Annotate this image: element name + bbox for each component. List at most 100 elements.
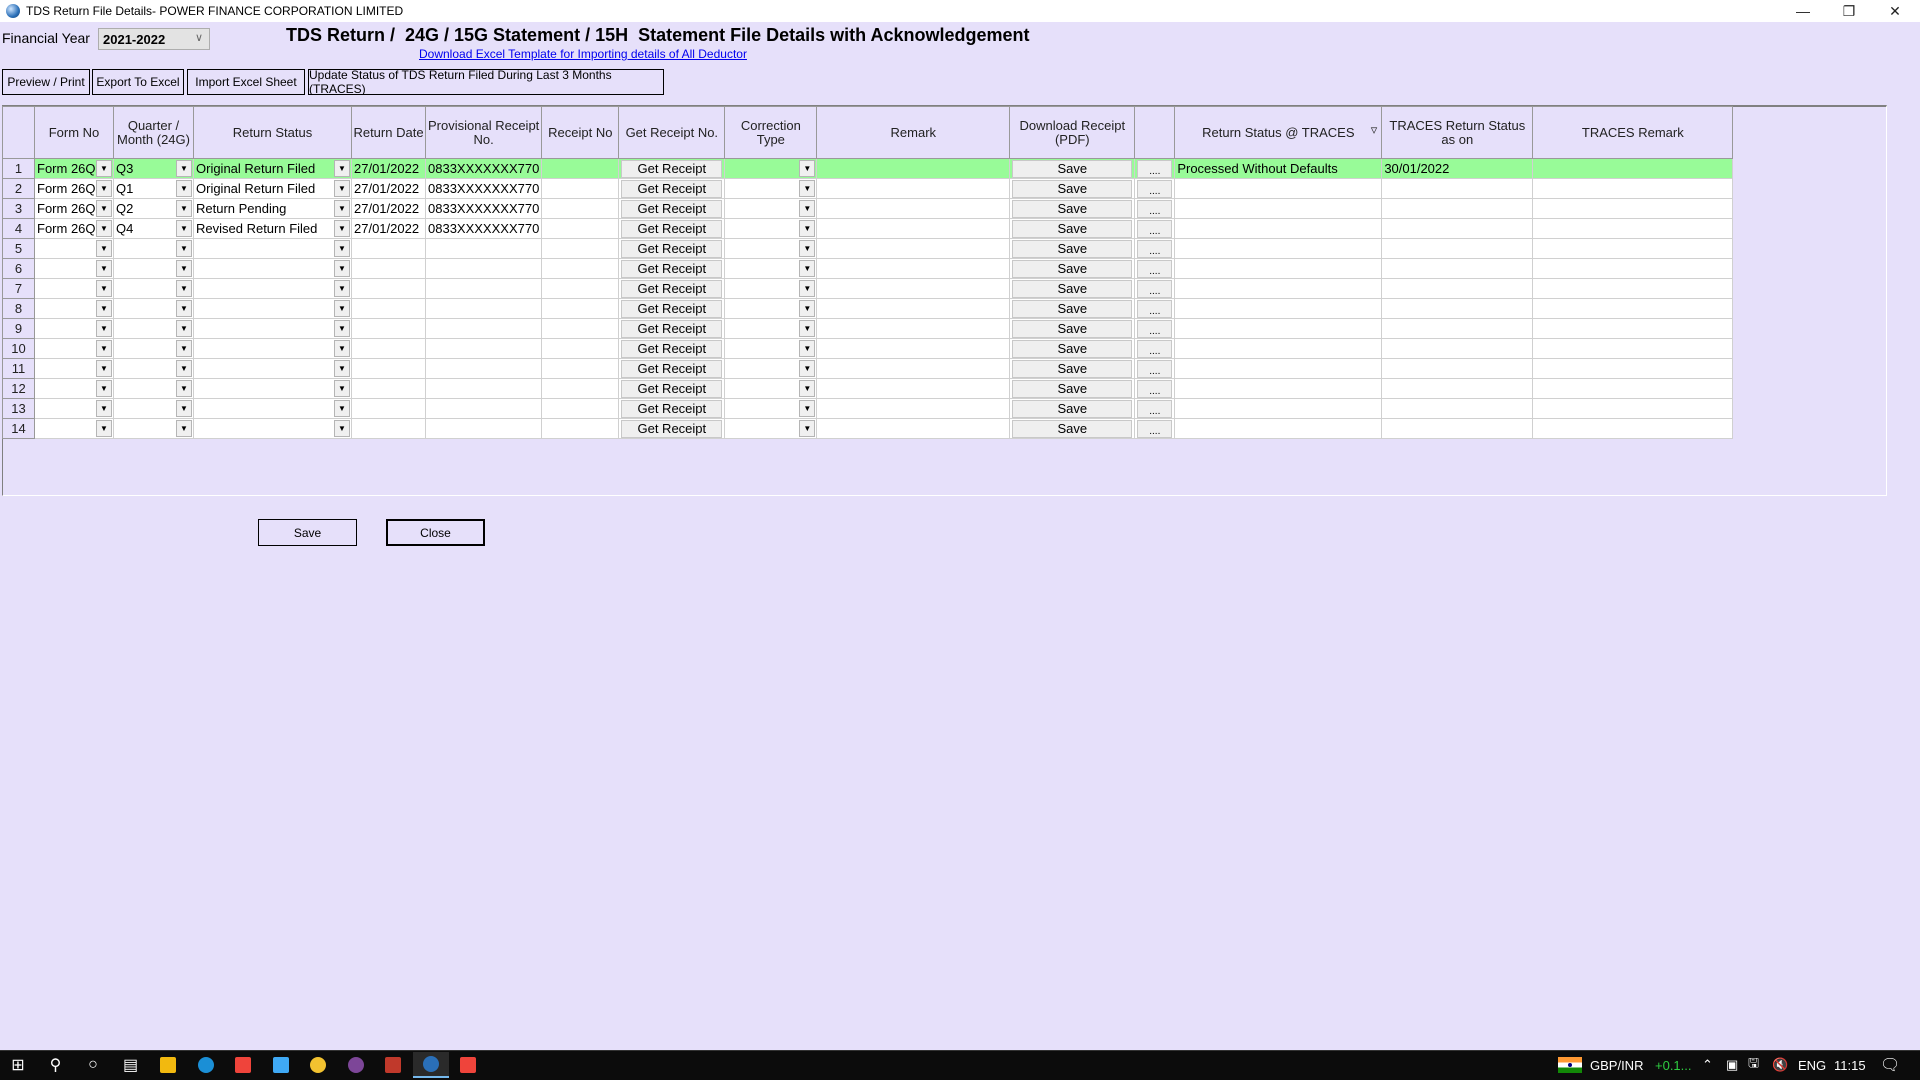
- volume-muted-icon[interactable]: 🔇: [1772, 1050, 1788, 1080]
- correction-type-cell[interactable]: ▼: [724, 158, 818, 179]
- traces-as-on-cell[interactable]: [1381, 358, 1534, 379]
- quarter-cell[interactable]: ▼: [113, 358, 194, 379]
- receipt-no-cell[interactable]: [541, 358, 620, 379]
- get-receipt-button[interactable]: Get Receipt: [621, 219, 723, 238]
- return-status-cell[interactable]: ▼: [193, 238, 352, 259]
- traces-remark-cell[interactable]: [1532, 158, 1734, 179]
- browse-button[interactable]: ....: [1137, 259, 1173, 278]
- get-receipt-button[interactable]: Get Receipt: [621, 159, 723, 178]
- receipt-no-cell[interactable]: [541, 198, 620, 219]
- traces-status-cell[interactable]: [1174, 258, 1383, 279]
- traces-remark-cell[interactable]: [1532, 298, 1734, 319]
- traces-status-cell[interactable]: [1174, 238, 1383, 259]
- form-no-cell[interactable]: ▼: [34, 418, 114, 439]
- receipt-no-cell[interactable]: [541, 158, 620, 179]
- get-receipt-button[interactable]: Get Receipt: [621, 239, 723, 258]
- provisional-receipt-cell[interactable]: [424, 258, 543, 279]
- cortana-icon[interactable]: ○: [75, 1052, 111, 1078]
- dropdown-arrow-icon[interactable]: ▼: [96, 400, 112, 417]
- browse-button[interactable]: ....: [1137, 299, 1173, 318]
- traces-status-cell[interactable]: [1174, 298, 1383, 319]
- row-number[interactable]: 14: [2, 418, 35, 439]
- traces-as-on-cell[interactable]: [1381, 298, 1534, 319]
- form-no-cell[interactable]: Form 26Q ▼: [34, 158, 114, 179]
- col-header-download-receipt[interactable]: Download Receipt (PDF): [1009, 106, 1136, 159]
- remark-cell[interactable]: [816, 198, 1011, 219]
- dropdown-arrow-icon[interactable]: ▼: [799, 220, 816, 237]
- dropdown-arrow-icon[interactable]: ▼: [176, 340, 192, 357]
- return-date-cell[interactable]: [351, 298, 426, 319]
- browse-button[interactable]: ....: [1137, 359, 1173, 378]
- traces-as-on-cell[interactable]: [1381, 238, 1534, 259]
- dropdown-arrow-icon[interactable]: ▼: [799, 260, 816, 277]
- save-receipt-button[interactable]: Save: [1012, 319, 1133, 338]
- receipt-no-cell[interactable]: [541, 418, 620, 439]
- row-number[interactable]: 2: [2, 178, 35, 199]
- get-receipt-button[interactable]: Get Receipt: [621, 399, 723, 418]
- dropdown-arrow-icon[interactable]: ▼: [799, 320, 816, 337]
- row-number[interactable]: 3: [2, 198, 35, 219]
- form-no-cell[interactable]: ▼: [34, 238, 114, 259]
- get-receipt-button[interactable]: Get Receipt: [621, 359, 723, 378]
- language-indicator[interactable]: ENG: [1798, 1050, 1826, 1080]
- row-number[interactable]: 12: [2, 378, 35, 399]
- ticker-flag-icon[interactable]: [1558, 1050, 1582, 1080]
- traces-remark-cell[interactable]: [1532, 318, 1734, 339]
- traces-remark-cell[interactable]: [1532, 238, 1734, 259]
- receipt-no-cell[interactable]: [541, 258, 620, 279]
- return-date-cell[interactable]: [351, 238, 426, 259]
- dropdown-arrow-icon[interactable]: ▼: [176, 300, 192, 317]
- provisional-receipt-cell[interactable]: [424, 278, 543, 299]
- dropdown-arrow-icon[interactable]: ▼: [176, 320, 192, 337]
- row-number[interactable]: 8: [2, 298, 35, 319]
- save-receipt-button[interactable]: Save: [1012, 179, 1133, 198]
- col-header-correction-type[interactable]: Correction Type: [724, 106, 818, 159]
- browse-button[interactable]: ....: [1137, 199, 1173, 218]
- correction-type-cell[interactable]: ▼: [724, 418, 818, 439]
- dropdown-arrow-icon[interactable]: ▼: [96, 420, 112, 437]
- traces-remark-cell[interactable]: [1532, 198, 1734, 219]
- receipt-no-cell[interactable]: [541, 398, 620, 419]
- traces-as-on-cell[interactable]: [1381, 178, 1534, 199]
- remark-cell[interactable]: [816, 178, 1011, 199]
- receipt-no-cell[interactable]: [541, 218, 620, 239]
- dropdown-arrow-icon[interactable]: ▼: [334, 300, 350, 317]
- dropdown-arrow-icon[interactable]: ▼: [176, 380, 192, 397]
- save-receipt-button[interactable]: Save: [1012, 259, 1133, 278]
- remark-cell[interactable]: [816, 158, 1011, 179]
- dropdown-arrow-icon[interactable]: ▼: [799, 300, 816, 317]
- quarter-cell[interactable]: Q1 ▼: [113, 178, 194, 199]
- col-header-remark[interactable]: Remark: [816, 106, 1011, 159]
- col-header-traces-status[interactable]: Return Status @ TRACES ▿: [1174, 106, 1383, 159]
- save-receipt-button[interactable]: Save: [1012, 419, 1133, 438]
- traces-remark-cell[interactable]: [1532, 178, 1734, 199]
- return-date-cell[interactable]: [351, 418, 426, 439]
- form-no-cell[interactable]: Form 26Q ▼: [34, 218, 114, 239]
- quarter-cell[interactable]: ▼: [113, 278, 194, 299]
- return-date-cell[interactable]: [351, 378, 426, 399]
- correction-type-cell[interactable]: ▼: [724, 338, 818, 359]
- dropdown-arrow-icon[interactable]: ▼: [176, 260, 192, 277]
- traces-as-on-cell[interactable]: [1381, 398, 1534, 419]
- quarter-cell[interactable]: ▼: [113, 338, 194, 359]
- dropdown-arrow-icon[interactable]: ▼: [96, 240, 112, 257]
- get-receipt-button[interactable]: Get Receipt: [621, 259, 723, 278]
- col-header-return-status[interactable]: Return Status: [193, 106, 352, 159]
- download-template-link[interactable]: Download Excel Template for Importing de…: [419, 47, 747, 61]
- dropdown-arrow-icon[interactable]: ▼: [96, 160, 112, 177]
- traces-as-on-cell[interactable]: [1381, 218, 1534, 239]
- clock[interactable]: 11:15: [1834, 1050, 1866, 1080]
- row-number[interactable]: 9: [2, 318, 35, 339]
- notes-app-icon[interactable]: [150, 1052, 186, 1078]
- traces-remark-cell[interactable]: [1532, 398, 1734, 419]
- import-excel-button[interactable]: Import Excel Sheet: [186, 68, 306, 96]
- traces-status-cell[interactable]: [1174, 338, 1383, 359]
- col-header-form-no[interactable]: Form No: [34, 106, 114, 159]
- return-status-cell[interactable]: Original Return Filed ▼: [193, 158, 352, 179]
- provisional-receipt-cell[interactable]: [424, 398, 543, 419]
- dropdown-arrow-icon[interactable]: ▼: [799, 160, 816, 177]
- remark-cell[interactable]: [816, 298, 1011, 319]
- form-no-cell[interactable]: ▼: [34, 298, 114, 319]
- correction-type-cell[interactable]: ▼: [724, 178, 818, 199]
- provisional-receipt-cell[interactable]: [424, 358, 543, 379]
